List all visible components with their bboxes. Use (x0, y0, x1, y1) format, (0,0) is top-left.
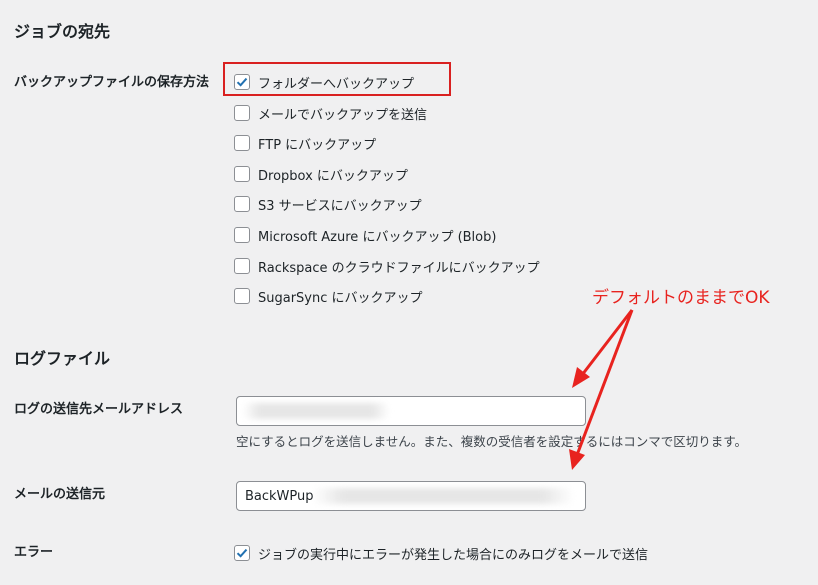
log-email-label: ログの送信先メールアドレス (14, 402, 184, 417)
option-s3[interactable]: S3 サービスにバックアップ (234, 194, 422, 214)
annotation-text: デフォルトのままでOK (592, 288, 770, 308)
log-email-hint: 空にするとログを送信しません。また、複数の受信者を設定するにはコンマで区切ります… (236, 434, 748, 449)
arrow-head-upper (572, 367, 590, 388)
option-label: フォルダーへバックアップ (258, 76, 415, 92)
checkbox[interactable] (234, 74, 250, 90)
log-section-title: ログファイル (14, 349, 111, 368)
redacted-sender-blur (312, 488, 574, 504)
checkbox[interactable] (234, 258, 250, 274)
checkmark-icon (236, 548, 248, 558)
redacted-email-blur (242, 403, 390, 419)
option-azure[interactable]: Microsoft Azure にバックアップ (Blob) (234, 225, 496, 245)
option-label: FTP にバックアップ (258, 137, 377, 153)
job-settings-page: ジョブの宛先 バックアップファイルの保存方法 フォルダーへバックアップ メールで… (0, 0, 818, 585)
checkbox[interactable] (234, 545, 250, 561)
option-error-only[interactable]: ジョブの実行中にエラーが発生した場合にのみログをメールで送信 (234, 543, 648, 563)
option-label: Dropbox にバックアップ (258, 168, 408, 184)
option-ftp[interactable]: FTP にバックアップ (234, 133, 376, 153)
option-label: ジョブの実行中にエラーが発生した場合にのみログをメールで送信 (258, 547, 649, 563)
option-label: S3 サービスにバックアップ (258, 198, 422, 214)
checkmark-icon (236, 77, 248, 87)
backup-method-label: バックアップファイルの保存方法 (14, 75, 210, 90)
checkbox[interactable] (234, 105, 250, 121)
destinations-section-title: ジョブの宛先 (14, 22, 111, 41)
option-rackspace[interactable]: Rackspace のクラウドファイルにバックアップ (234, 256, 540, 276)
option-sugarsync[interactable]: SugarSync にバックアップ (234, 286, 423, 306)
option-label: SugarSync にバックアップ (258, 290, 423, 306)
option-dropbox[interactable]: Dropbox にバックアップ (234, 164, 408, 184)
option-label: メールでバックアップを送信 (258, 107, 428, 123)
checkbox[interactable] (234, 166, 250, 182)
checkbox[interactable] (234, 288, 250, 304)
checkbox[interactable] (234, 196, 250, 212)
option-label: Microsoft Azure にバックアップ (Blob) (258, 229, 497, 245)
arrow-head-lower (569, 449, 585, 470)
option-label: Rackspace のクラウドファイルにバックアップ (258, 260, 540, 276)
option-folder[interactable]: フォルダーへバックアップ (234, 72, 414, 92)
checkbox[interactable] (234, 135, 250, 151)
option-email[interactable]: メールでバックアップを送信 (234, 103, 427, 123)
checkbox[interactable] (234, 227, 250, 243)
arrow-line-upper (580, 309, 634, 376)
error-label: エラー (14, 545, 54, 560)
sender-label: メールの送信元 (14, 487, 106, 502)
